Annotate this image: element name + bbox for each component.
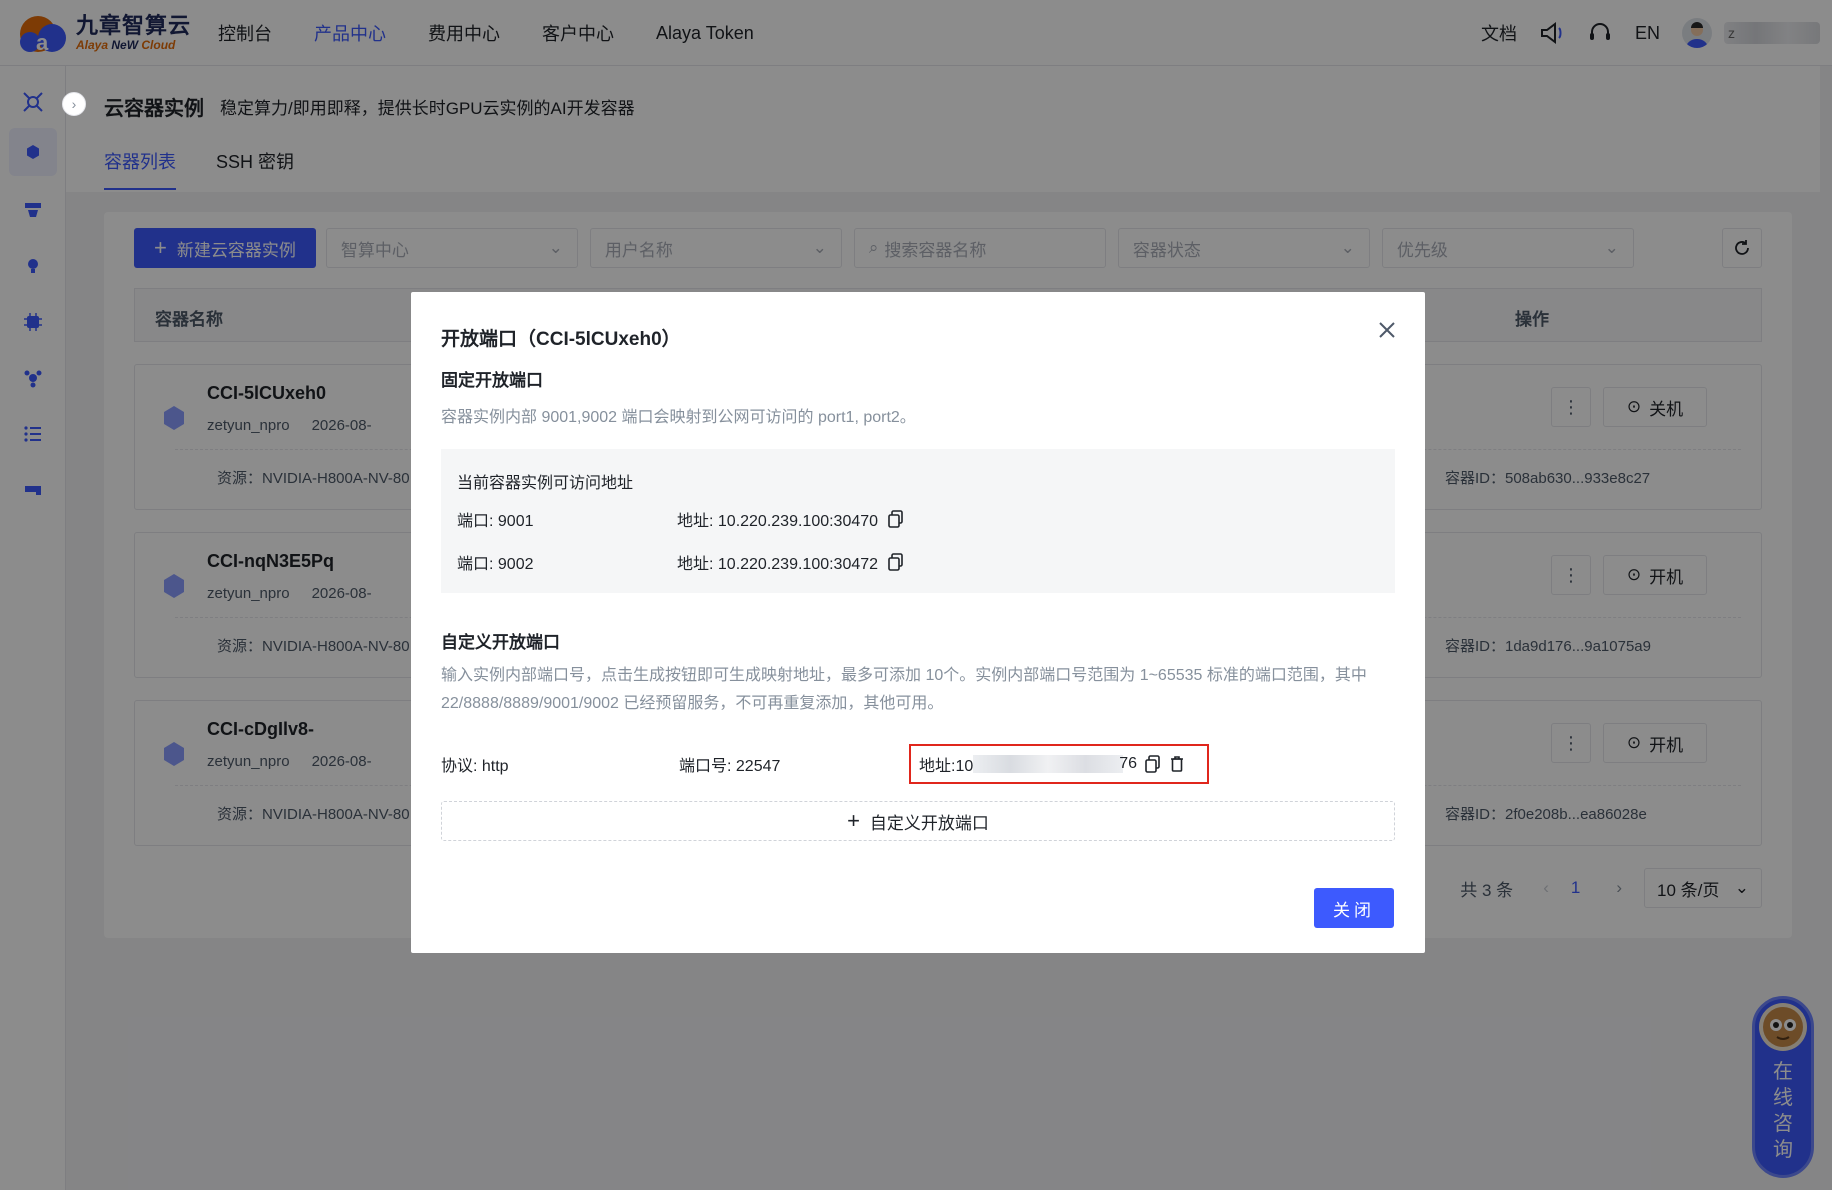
custom-address-prefix: 地址:10	[919, 758, 974, 775]
custom-address-highlight: 地址:10 76	[909, 744, 1209, 784]
address-label: 地址: 10.220.239.100:30470	[677, 513, 879, 530]
close-icon[interactable]	[1375, 318, 1399, 342]
sidebar-toggle-chevron-icon[interactable]: ›	[62, 92, 86, 116]
custom-port-label: 端口号: 22547	[679, 758, 781, 775]
fixed-ports-box: 当前容器实例可访问地址 端口: 9001 地址: 10.220.239.100:…	[441, 449, 1395, 593]
copy-icon[interactable]	[888, 553, 904, 571]
masked-address	[973, 755, 1124, 773]
open-ports-dialog: 开放端口（CCI-5lCUxeh0） 固定开放端口 容器实例内部 9001,90…	[411, 292, 1425, 953]
port-label: 端口: 9001	[457, 513, 534, 530]
address-label: 地址: 10.220.239.100:30472	[677, 556, 879, 573]
accessible-address-title: 当前容器实例可访问地址	[457, 475, 634, 492]
add-custom-port-button[interactable]: + 自定义开放端口	[441, 801, 1395, 841]
close-button[interactable]: 关闭	[1314, 888, 1394, 928]
custom-ports-title: 自定义开放端口	[441, 633, 560, 652]
port-label: 端口: 9002	[457, 556, 534, 573]
protocol-label: 协议: http	[441, 758, 509, 775]
plus-icon: +	[847, 808, 860, 833]
fixed-ports-title: 固定开放端口	[441, 371, 543, 390]
delete-icon[interactable]	[1169, 755, 1185, 773]
custom-ports-hint: 输入实例内部端口号，点击生成按钮即可生成映射地址，最多可添加 10个。实例内部端…	[441, 667, 1367, 712]
custom-address-suffix: 76	[1119, 755, 1138, 772]
fixed-ports-hint: 容器实例内部 9001,9002 端口会映射到公网可访问的 port1, por…	[441, 409, 916, 426]
custom-port-row: 协议: http 端口号: 22547 地址:10 76	[441, 744, 1395, 784]
dialog-title: 开放端口（CCI-5lCUxeh0）	[441, 329, 681, 350]
port-row: 端口: 9001 地址: 10.220.239.100:30470	[457, 507, 904, 531]
copy-icon[interactable]	[1145, 755, 1161, 773]
copy-icon[interactable]	[888, 510, 904, 528]
port-row: 端口: 9002 地址: 10.220.239.100:30472	[457, 550, 904, 574]
